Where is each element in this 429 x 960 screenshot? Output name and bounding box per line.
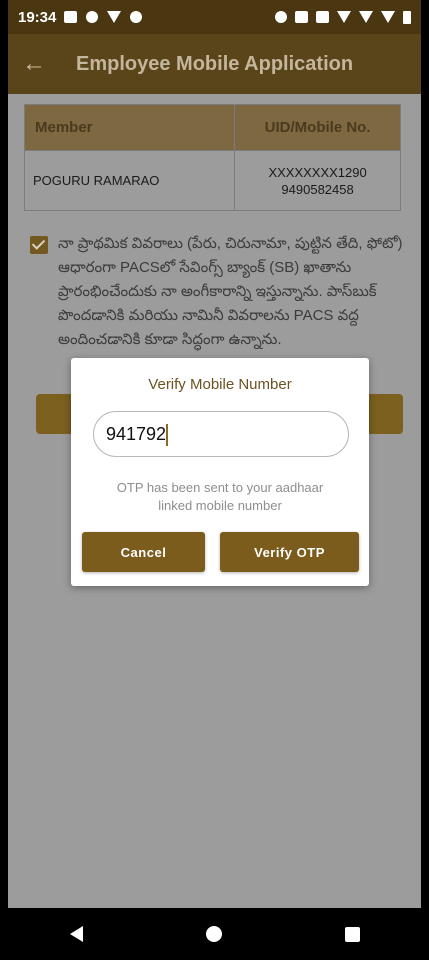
verify-mobile-dialog: Verify Mobile Number OTP has been sent t… — [71, 358, 369, 586]
battery-icon — [403, 10, 411, 24]
verify-otp-button[interactable]: Verify OTP — [220, 532, 359, 572]
nav-recents-icon[interactable] — [344, 926, 360, 942]
status-bar: 19:34 — [8, 0, 421, 34]
header-member: Member — [23, 104, 236, 151]
mute-icon — [275, 11, 287, 23]
cast-icon — [86, 11, 99, 23]
consent-text: నా ప్రాథమిక వివరాలు (పేరు, చిరునామా, పుట… — [58, 235, 403, 348]
app-screen: 19:34 ← Employee Mobile Application Memb… — [8, 0, 421, 960]
nav-home-icon[interactable] — [205, 926, 222, 942]
member-name: POGURU RAMARAO — [23, 150, 236, 211]
nav-back-icon[interactable] — [69, 926, 83, 942]
status-time: 19:34 — [18, 8, 57, 26]
signal-icon — [359, 11, 373, 23]
arrow-left-icon[interactable]: ← — [12, 50, 56, 78]
mobile-value: 9490582458 — [281, 181, 354, 197]
consent-checkbox[interactable] — [30, 236, 48, 254]
cancel-button[interactable]: Cancel — [82, 532, 205, 572]
consent-row: నా ప్రాథమిక వివరాలు (పేరు, చిరునామా, పుట… — [30, 232, 405, 352]
otp-sent-message: OTP has been sent to your aadhaar linked… — [116, 480, 324, 513]
uid-mobile-cell: XXXXXXXX1290 9490582458 — [234, 150, 401, 211]
app-title: Employee Mobile Application — [76, 52, 354, 75]
text-cursor — [166, 424, 168, 446]
dialog-title: Verify Mobile Number — [148, 376, 292, 393]
header-uid-mobile: UID/Mobile No. — [234, 104, 401, 151]
member-table: Member UID/Mobile No. POGURU RAMARAO XXX… — [23, 104, 401, 211]
navigation-bar — [8, 908, 421, 960]
table-header-row: Member UID/Mobile No. — [23, 104, 401, 151]
table-row: POGURU RAMARAO XXXXXXXX1290 9490582458 — [23, 150, 401, 211]
mobile-number-input[interactable] — [93, 411, 349, 457]
sim-icon — [295, 11, 308, 23]
play-icon — [107, 11, 122, 23]
notification-icon — [64, 11, 78, 23]
shield-icon — [130, 11, 143, 23]
signal2-icon — [381, 11, 395, 23]
wifi-icon — [337, 11, 351, 23]
uid-value: XXXXXXXX1290 — [268, 164, 367, 180]
app-bar: ← Employee Mobile Application — [8, 34, 421, 94]
sim2-icon — [316, 11, 329, 23]
